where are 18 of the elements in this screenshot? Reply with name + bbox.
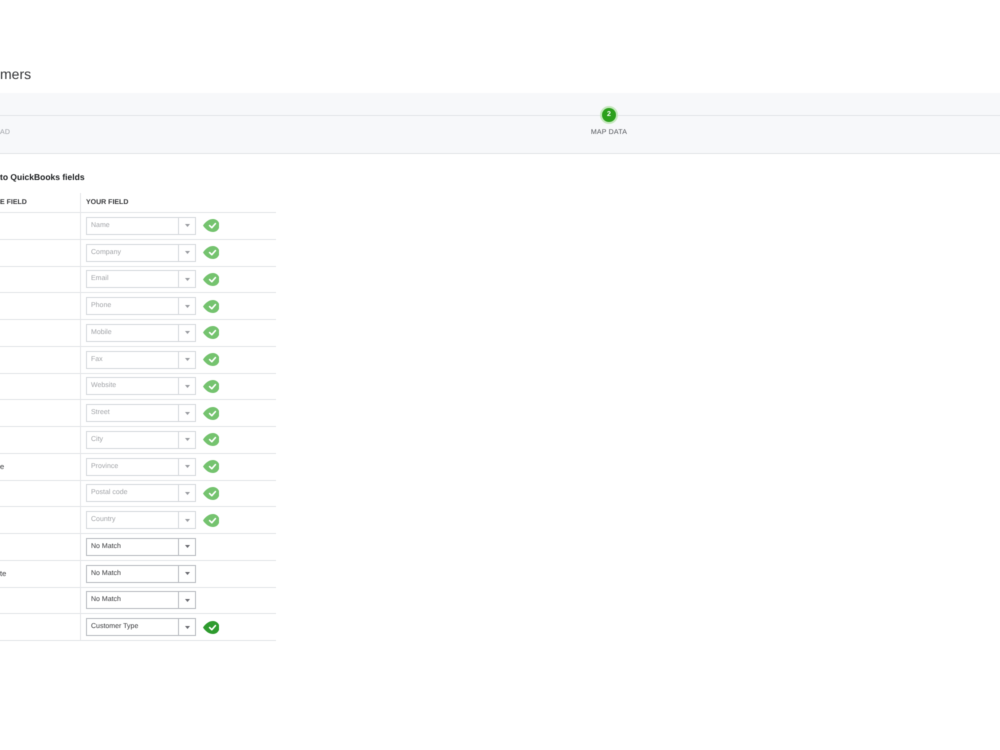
caret-icon [184, 438, 190, 442]
caret-icon [184, 465, 190, 468]
section-heading: to QuickBooks fields [0, 171, 85, 183]
caret-icon [184, 572, 190, 576]
caret-icon [184, 545, 190, 548]
caret-icon [184, 518, 190, 522]
page-title: mers [0, 65, 32, 84]
caret-icon [184, 331, 190, 334]
caret-icon [184, 304, 190, 308]
caret-icon [184, 598, 190, 602]
caret-icon [184, 278, 190, 281]
caret-icon [184, 412, 190, 415]
caret-icon [184, 626, 190, 629]
caret-icon [184, 492, 190, 495]
caret-icon [184, 384, 190, 388]
caret-icon [184, 224, 190, 228]
caret-icon [184, 358, 190, 362]
caret-icon [184, 251, 190, 254]
